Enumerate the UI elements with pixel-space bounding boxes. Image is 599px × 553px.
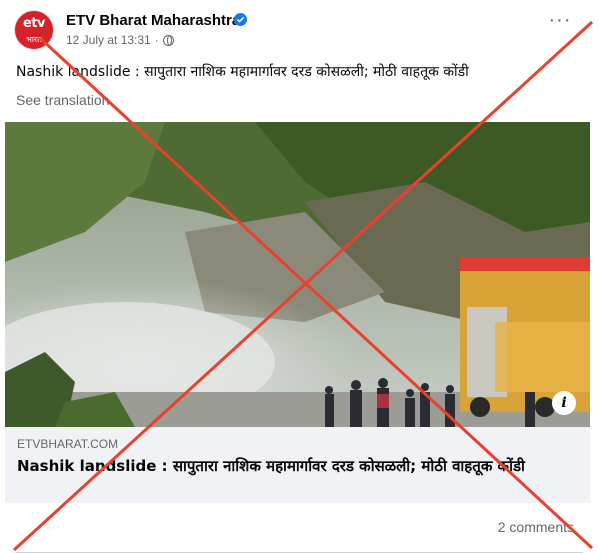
page-name-link[interactable]: ETV Bharat Maharashtra (66, 12, 240, 29)
comments-count-link[interactable]: 2 comments (498, 519, 574, 535)
avatar-logo: etv (22, 16, 46, 31)
meta-separator: · (154, 33, 159, 47)
verified-badge-icon (234, 13, 247, 26)
post-timestamp[interactable]: 12 July at 13:31 (66, 33, 151, 47)
post-meta: 12 July at 13:31 · (66, 33, 174, 47)
facebook-post-card: etv भारत ETV Bharat Maharashtra 12 July … (0, 0, 599, 553)
post-header: etv भारत ETV Bharat Maharashtra 12 July … (14, 8, 574, 52)
link-title[interactable]: Nashik landslide : सापुतारा नाशिक महामार… (17, 457, 557, 476)
see-translation-link[interactable]: See translation (16, 92, 109, 108)
avatar-logo-sub: भारत (26, 35, 42, 44)
post-footer: 2 comments (0, 503, 599, 553)
link-preview[interactable]: ETVBHARAT.COM Nashik landslide : सापुतार… (5, 427, 590, 503)
landslide-photo (5, 122, 590, 427)
post-image[interactable]: i (5, 122, 590, 427)
post-caption: Nashik landslide : सापुतारा नाशिक महामार… (16, 64, 469, 80)
page-avatar[interactable]: etv भारत (14, 10, 54, 50)
more-options-icon[interactable]: ··· (546, 10, 574, 34)
info-icon[interactable]: i (552, 391, 576, 415)
link-domain: ETVBHARAT.COM (17, 437, 119, 451)
globe-icon[interactable] (162, 34, 174, 46)
